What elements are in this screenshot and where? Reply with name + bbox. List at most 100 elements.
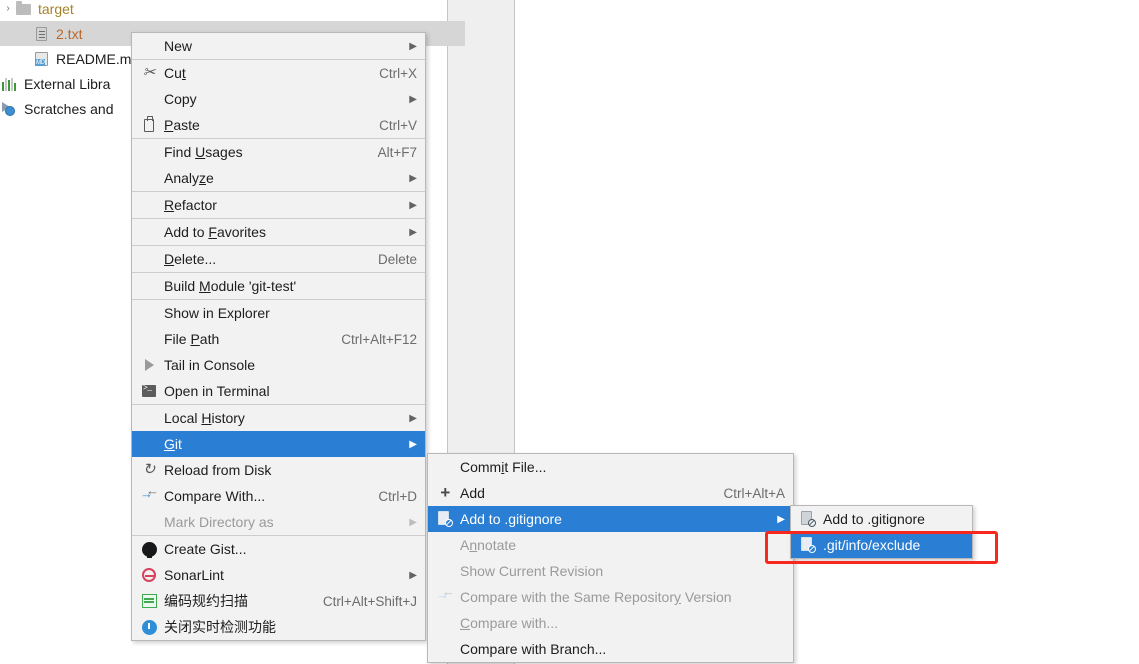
- menu-item-label: Add to .gitignore: [823, 511, 925, 527]
- menu-item-paste[interactable]: Paste Ctrl+V: [132, 112, 425, 138]
- menu-item-disable-realtime-detection[interactable]: 关闭实时检测功能: [132, 614, 425, 640]
- menu-item-show-in-explorer[interactable]: Show in Explorer: [132, 300, 425, 326]
- file-context-menu[interactable]: New ▶ ✂ Cut Ctrl+X Copy ▶ Paste Ctrl+V Find Usage…: [131, 32, 426, 641]
- menu-item-build-module[interactable]: Build Module 'git-test': [132, 273, 425, 299]
- menu-item-compare-with[interactable]: Compare With... Ctrl+D: [132, 483, 425, 509]
- terminal-icon: [136, 382, 162, 400]
- menu-item-code-convention-scan[interactable]: 编码规约扫描 Ctrl+Alt+Shift+J: [132, 588, 425, 614]
- menu-item-refactor[interactable]: Refactor ▶: [132, 192, 425, 218]
- menu-icon-placeholder: [136, 37, 162, 55]
- menu-icon-placeholder: [432, 562, 458, 580]
- waveform-icon: [136, 592, 162, 610]
- menu-item-tail-in-console[interactable]: Tail in Console: [132, 352, 425, 378]
- menu-item-label: Compare With...: [164, 488, 266, 504]
- submenu-arrow-icon: ▶: [409, 199, 417, 211]
- gitignore-submenu[interactable]: Add to .gitignore .git/info/exclude: [790, 505, 973, 559]
- menu-item-label: Compare with Branch...: [460, 641, 607, 657]
- tree-item-label: README.m: [56, 50, 132, 67]
- screen-root: › target 2.txt README.m: [0, 0, 1139, 664]
- submenu-arrow-icon: ▶: [777, 513, 785, 525]
- submenu-arrow-icon: ▶: [409, 438, 417, 450]
- submenu-arrow-icon: ▶: [409, 412, 417, 424]
- play-icon: [136, 356, 162, 374]
- menu-item-new[interactable]: New ▶: [132, 33, 425, 59]
- plus-icon: +: [440, 483, 450, 502]
- submenu-arrow-icon: ▶: [409, 93, 417, 105]
- menu-icon-placeholder: [136, 196, 162, 214]
- menu-item-create-gist[interactable]: Create Gist...: [132, 536, 425, 562]
- menu-item-label: Add to .gitignore: [460, 511, 562, 527]
- menu-item-add-to-gitignore[interactable]: Add to .gitignore ▶: [428, 506, 793, 532]
- submenu-arrow-icon: ▶: [409, 40, 417, 52]
- menu-item-shortcut: Ctrl+Alt+F12: [341, 331, 417, 347]
- menu-item-label: Commit File...: [460, 459, 547, 475]
- scissors-icon: ✂: [142, 64, 156, 81]
- menu-item-add-to-favorites[interactable]: Add to Favorites ▶: [132, 219, 425, 245]
- menu-item-shortcut: Alt+F7: [377, 144, 417, 160]
- tree-item-label: Scratches and: [24, 100, 114, 117]
- submenu-arrow-icon: ▶: [409, 226, 417, 238]
- git-submenu[interactable]: Commit File... + Add Ctrl+Alt+A Add to .giti…: [427, 453, 794, 663]
- menu-icon-placeholder: [136, 250, 162, 268]
- menu-item-cut[interactable]: ✂ Cut Ctrl+X: [132, 60, 425, 86]
- menu-item-open-in-terminal[interactable]: Open in Terminal: [132, 378, 425, 404]
- menu-item-label: Reload from Disk: [164, 462, 272, 478]
- menu-item-label: File Path: [164, 331, 220, 347]
- menu-icon-placeholder: [136, 330, 162, 348]
- menu-item-label: Add: [460, 485, 485, 501]
- tree-item-target[interactable]: › target: [0, 0, 447, 21]
- menu-item-label: Paste: [164, 117, 200, 133]
- menu-icon-placeholder: [432, 614, 458, 632]
- menu-item-label: Delete...: [164, 251, 217, 267]
- menu-item-copy[interactable]: Copy ▶: [132, 86, 425, 112]
- menu-item-label: Git: [164, 436, 182, 452]
- menu-item-label: Show Current Revision: [460, 563, 604, 579]
- menu-item-label: Cut: [164, 65, 186, 81]
- menu-item-label: Build Module 'git-test': [164, 278, 297, 294]
- menu-item-shortcut: Ctrl+D: [378, 488, 417, 504]
- menu-item-annotate: Annotate: [428, 532, 793, 558]
- menu-item-shortcut: Ctrl+Alt+A: [723, 485, 785, 501]
- menu-item-compare-with-dots: Compare with...: [428, 610, 793, 636]
- menu-item-label: Analyze: [164, 170, 214, 186]
- menu-item-label: Open in Terminal: [164, 383, 270, 399]
- menu-item-label: Show in Explorer: [164, 305, 270, 321]
- menu-item-shortcut: Ctrl+X: [379, 65, 417, 81]
- menu-item-local-history[interactable]: Local History ▶: [132, 405, 425, 431]
- menu-item-label: Refactor: [164, 197, 217, 213]
- menu-icon-placeholder: [136, 90, 162, 108]
- compare-icon: [136, 483, 162, 505]
- text-file-icon: [34, 26, 52, 42]
- menu-item-label: 编码规约扫描: [164, 593, 248, 609]
- menu-icon-placeholder: [136, 409, 162, 427]
- menu-item-shortcut: Ctrl+V: [379, 117, 417, 133]
- menu-icon-placeholder: [136, 169, 162, 187]
- folder-icon: [16, 0, 34, 17]
- menu-icon-placeholder: [136, 435, 162, 453]
- compare-icon: [432, 584, 458, 606]
- tree-item-label: 2.txt: [56, 25, 83, 42]
- chevron-right-icon[interactable]: ›: [0, 3, 16, 14]
- menu-item-compare-same-repo-version: Compare with the Same Repository Version: [428, 584, 793, 610]
- menu-item-reload-from-disk[interactable]: ↻ Reload from Disk: [132, 457, 425, 483]
- menu-item-delete[interactable]: Delete... Delete: [132, 246, 425, 272]
- menu-item-analyze[interactable]: Analyze ▶: [132, 165, 425, 191]
- menu-item-add-to-gitignore-file[interactable]: Add to .gitignore: [791, 506, 972, 532]
- menu-item-label: Mark Directory as: [164, 514, 274, 530]
- menu-item-commit-file[interactable]: Commit File...: [428, 454, 793, 480]
- gitignore-icon: [432, 510, 458, 528]
- menu-item-git-info-exclude[interactable]: .git/info/exclude: [791, 532, 972, 558]
- menu-item-find-usages[interactable]: Find Usages Alt+F7: [132, 139, 425, 165]
- menu-item-sonarlint[interactable]: SonarLint ▶: [132, 562, 425, 588]
- gitignore-icon: [795, 536, 821, 554]
- menu-item-add[interactable]: + Add Ctrl+Alt+A: [428, 480, 793, 506]
- submenu-arrow-icon: ▶: [409, 569, 417, 581]
- menu-item-label: Local History: [164, 410, 245, 426]
- tree-item-label: target: [38, 0, 74, 17]
- menu-icon-placeholder: [432, 640, 458, 658]
- reload-icon: ↻: [142, 461, 156, 478]
- menu-item-compare-with-branch[interactable]: Compare with Branch...: [428, 636, 793, 662]
- menu-item-git[interactable]: Git ▶: [132, 431, 425, 457]
- submenu-arrow-icon: ▶: [409, 516, 417, 528]
- menu-item-file-path[interactable]: File Path Ctrl+Alt+F12: [132, 326, 425, 352]
